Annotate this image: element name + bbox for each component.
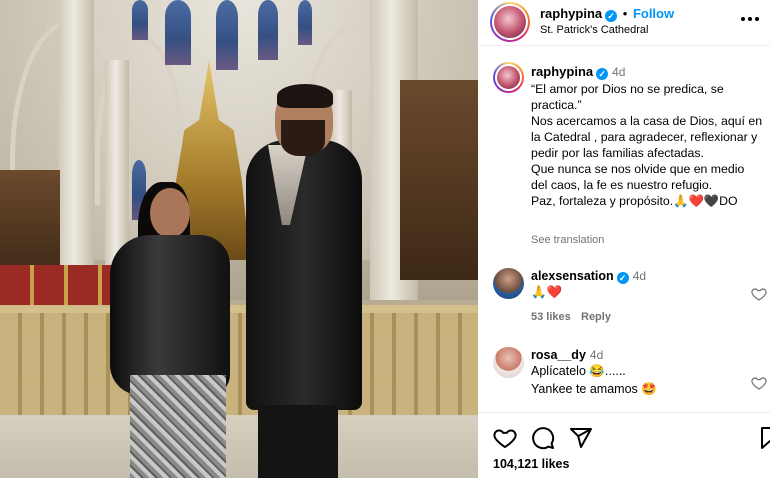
stained-glass-window [132, 0, 148, 40]
caption-line: Paz, fortaleza y propósito.🙏❤️🖤DO [531, 194, 738, 208]
post-location[interactable]: St. Patrick's Cathedral [540, 24, 648, 36]
caption-line: Que nunca se nos olvide que en medio del… [531, 162, 745, 192]
comment-like-heart-icon[interactable] [751, 375, 767, 391]
comment-username-text[interactable]: rosa__dy [531, 348, 586, 362]
author-avatar[interactable] [490, 2, 530, 42]
stained-glass-window [216, 0, 238, 70]
bookmark-icon[interactable] [758, 426, 770, 450]
woman-plaid-skirt [130, 375, 226, 478]
altar-rail [0, 305, 478, 415]
separator-dot: • [622, 6, 628, 21]
stone-column [58, 0, 94, 300]
stained-glass-window [298, 0, 312, 45]
choir-stalls [400, 80, 478, 280]
post-side-panel: raphypina ✓ • Follow St. Patrick's Cathed… [478, 0, 770, 478]
stained-glass-window [165, 0, 191, 65]
comment-text: Aplícatelo 😂...... [531, 364, 626, 378]
author-username-text[interactable]: raphypina [540, 6, 602, 21]
more-options-icon[interactable] [740, 9, 760, 27]
verified-badge-icon: ✓ [596, 68, 609, 80]
woman-leather-jacket [110, 235, 230, 395]
likes-count[interactable]: 104,121 likes [493, 457, 569, 471]
caption-text: “El amor por Dios no se predica, se prac… [531, 81, 763, 209]
comment-likes[interactable]: 53 likes [531, 311, 571, 323]
avatar-image [492, 4, 528, 40]
follow-button[interactable]: Follow [633, 6, 674, 21]
verified-badge-icon: ✓ [605, 10, 618, 22]
comment-text-line2: Yankee te amamos 🤩 [531, 382, 657, 396]
comment-username[interactable]: alexsensation ✓ 4d [531, 269, 646, 284]
caption-username-text[interactable]: raphypina [531, 64, 593, 79]
comment-icon[interactable] [531, 426, 555, 450]
comment-username-text[interactable]: alexsensation [531, 269, 614, 283]
post-header: raphypina ✓ • Follow St. Patrick's Cathed… [478, 0, 770, 46]
author-username[interactable]: raphypina ✓ • Follow [540, 6, 674, 22]
share-icon[interactable] [569, 426, 593, 450]
commenter-avatar[interactable] [493, 347, 524, 378]
comment-text: 🙏❤️ [531, 285, 563, 299]
avatar-image [495, 64, 522, 91]
post-photo[interactable] [0, 0, 478, 478]
like-heart-icon[interactable] [493, 426, 517, 450]
stained-glass-window [258, 0, 278, 60]
caption-author-avatar[interactable] [493, 62, 524, 93]
comment-time: 4d [589, 348, 604, 362]
comment-reply-button[interactable]: Reply [581, 311, 611, 323]
man-hair [277, 84, 333, 108]
caption-line: Nos acercamos a la casa de Dios, aquí en… [531, 114, 763, 160]
man-trousers [258, 405, 338, 478]
see-translation-link[interactable]: See translation [531, 234, 604, 246]
comment-username[interactable]: rosa__dy 4d [531, 348, 603, 362]
comment-like-heart-icon[interactable] [751, 286, 767, 302]
caption-line: “El amor por Dios no se predica, se prac… [531, 82, 724, 112]
verified-badge-icon: ✓ [616, 272, 629, 284]
caption-username[interactable]: raphypina ✓ 4d [531, 64, 625, 80]
comment-time: 4d [632, 269, 647, 283]
caption-time: 4d [612, 65, 626, 79]
man-black-coat [246, 140, 362, 410]
commenter-avatar[interactable] [493, 268, 524, 299]
choir-stalls [0, 170, 60, 280]
man-beard [281, 120, 325, 156]
woman-face [150, 188, 190, 238]
